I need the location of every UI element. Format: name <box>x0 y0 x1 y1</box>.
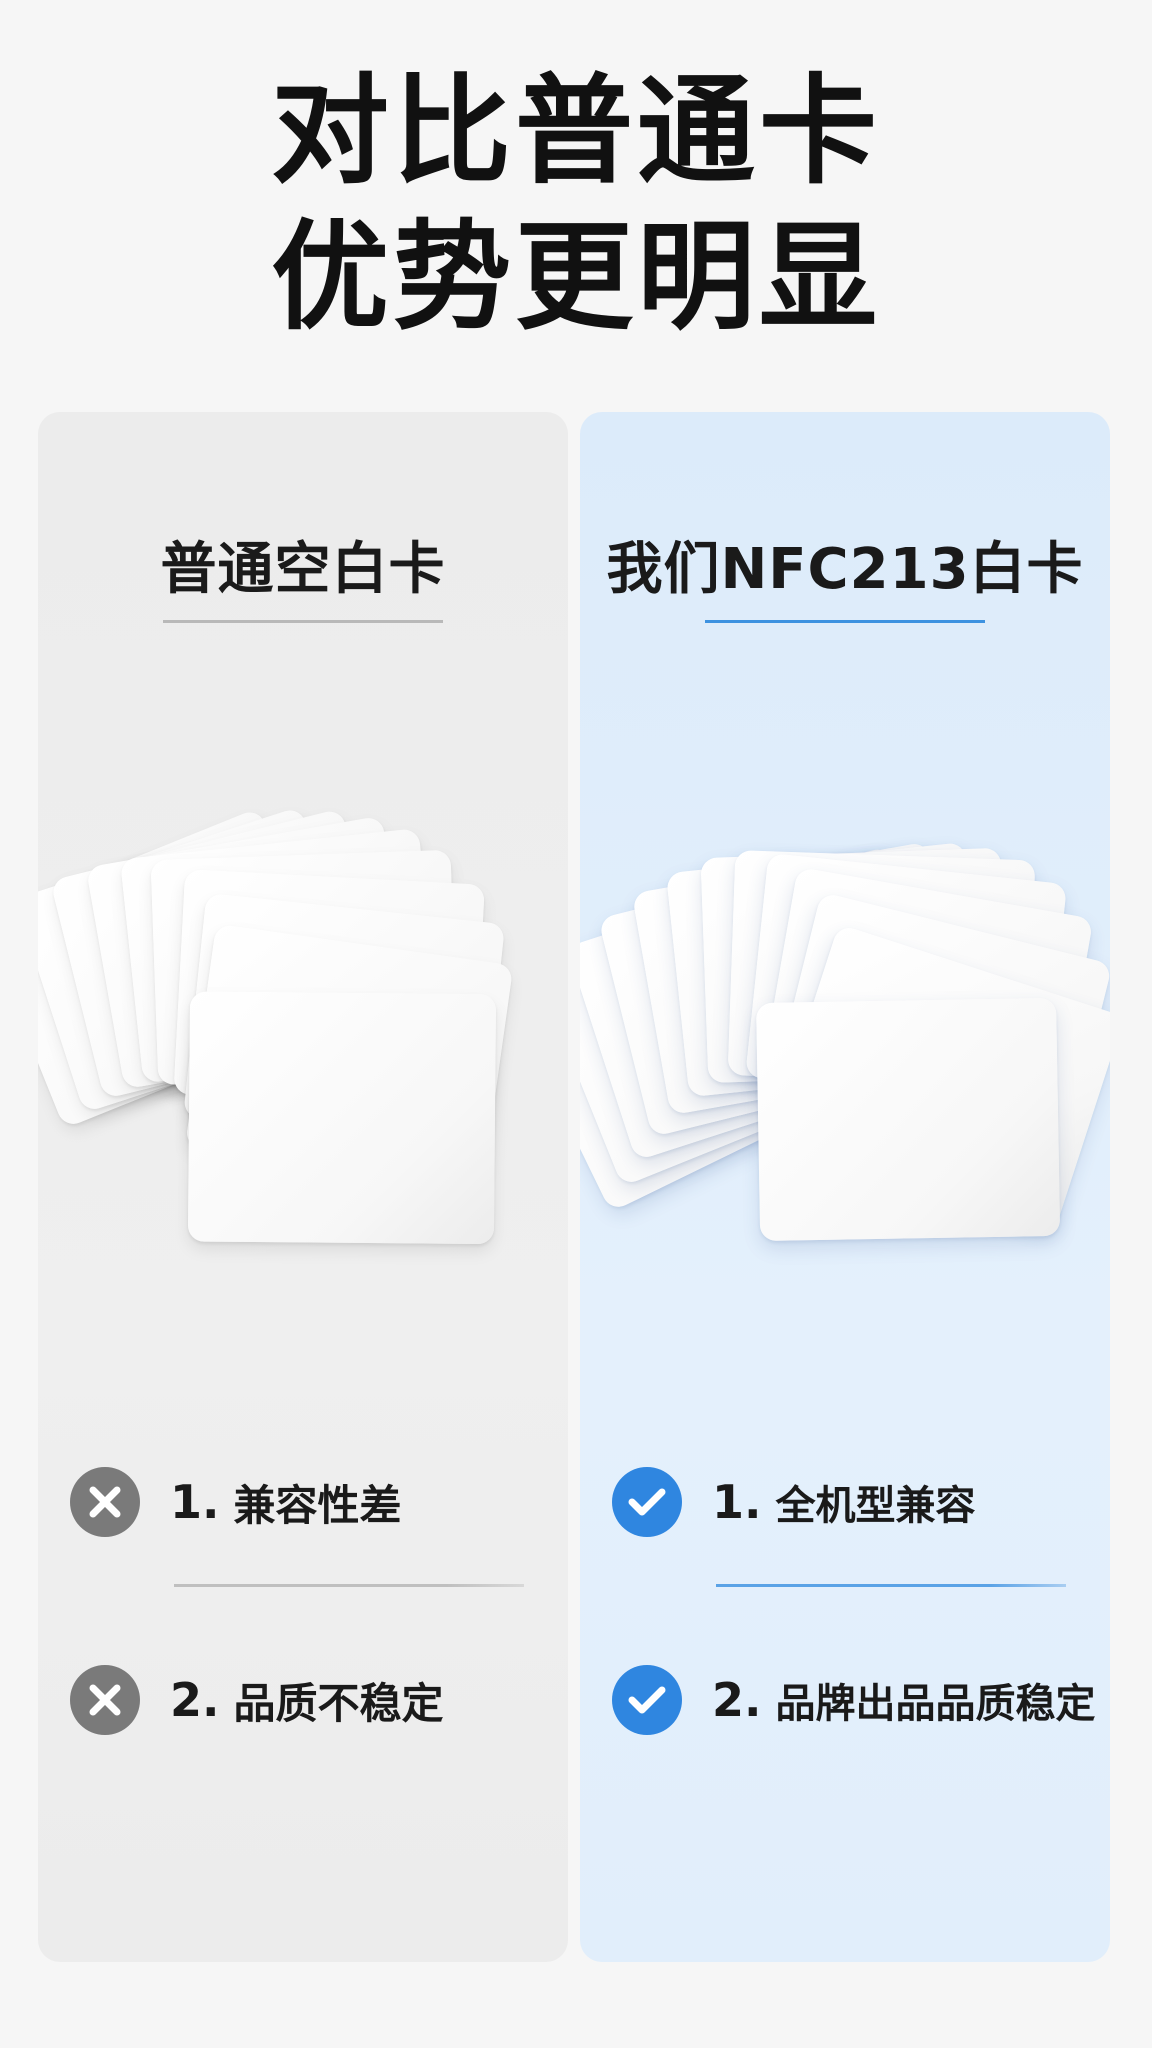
headline-line-1: 对比普通卡 <box>270 62 881 200</box>
nfc213-card-panel: 我们NFC213白卡 1. 全机型兼容 2. 品牌出品品质稳定 <box>580 412 1110 1962</box>
feature-label: 全机型兼容 <box>775 1483 976 1529</box>
feature-item-1: 1. 兼容性差 <box>70 1462 550 1542</box>
check-icon <box>612 1467 682 1537</box>
check-icon <box>612 1665 682 1735</box>
blank-card <box>187 991 497 1245</box>
page-headline: 对比普通卡 优势更明显 <box>0 58 1152 350</box>
headline-line-2: 优势更明显 <box>270 208 881 346</box>
feature-label: 兼容性差 <box>233 1480 402 1530</box>
cross-icon <box>70 1467 140 1537</box>
card-stack-image <box>580 812 1110 1332</box>
blank-card <box>756 997 1061 1242</box>
feature-item-2: 2. 品质不稳定 <box>70 1660 550 1740</box>
panel-title: 普通空白卡 <box>160 537 446 602</box>
card-stack-image <box>38 806 568 1332</box>
feature-divider <box>174 1584 524 1587</box>
feature-number: 2. <box>712 1673 762 1727</box>
feature-label: 品牌出品品质稳定 <box>775 1681 1096 1727</box>
feature-divider <box>716 1584 1066 1587</box>
title-divider <box>705 620 985 623</box>
feature-number: 1. <box>712 1475 762 1529</box>
feature-item-1: 1. 全机型兼容 <box>612 1462 1092 1542</box>
feature-number: 1. <box>170 1475 220 1529</box>
title-divider <box>163 620 443 623</box>
ordinary-card-panel: 普通空白卡 1. 兼容性差 2. 品质不稳定 <box>38 412 568 1962</box>
feature-label: 品质不稳定 <box>233 1678 444 1728</box>
cross-icon <box>70 1665 140 1735</box>
feature-number: 2. <box>170 1673 220 1727</box>
panel-title: 我们NFC213白卡 <box>606 537 1084 602</box>
feature-item-2: 2. 品牌出品品质稳定 <box>612 1660 1096 1740</box>
